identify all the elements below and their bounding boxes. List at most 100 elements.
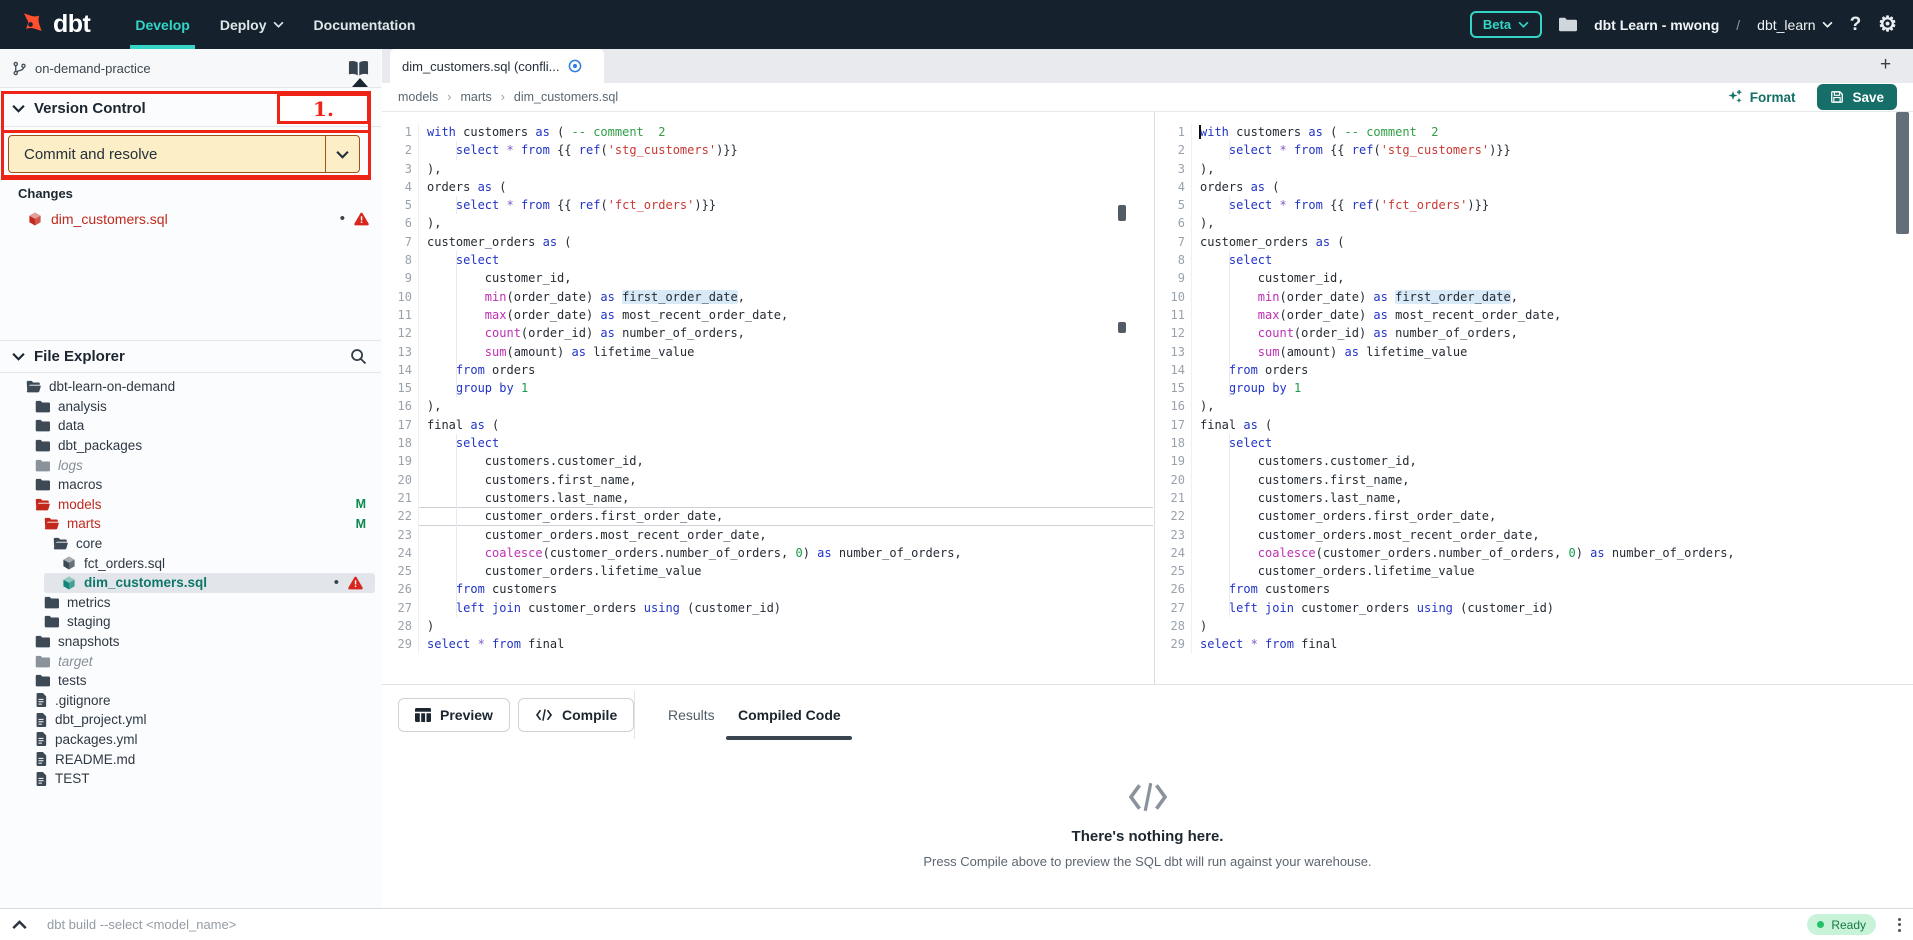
code-line[interactable]: 7customer_orders as (: [382, 233, 1153, 251]
code-line[interactable]: 26 from customers: [1155, 580, 1913, 598]
tree-item-dim-customers-sql[interactable]: dim_customers.sql•: [44, 573, 375, 593]
tree-item-dbt-packages[interactable]: dbt_packages: [0, 436, 381, 456]
code-line[interactable]: 24 coalesce(customer_orders.number_of_or…: [382, 544, 1153, 562]
tree-item-models[interactable]: modelsM: [0, 495, 381, 515]
code-line[interactable]: 23 customer_orders.most_recent_order_dat…: [382, 526, 1153, 544]
code-line[interactable]: 7customer_orders as (: [1155, 233, 1913, 251]
code-line[interactable]: 27 left join customer_orders using (cust…: [382, 599, 1153, 617]
tree-item--gitignore[interactable]: .gitignore: [0, 691, 381, 711]
tree-item-snapshots[interactable]: snapshots: [0, 632, 381, 652]
code-line[interactable]: 18 select: [1155, 434, 1913, 452]
code-line[interactable]: 28): [382, 617, 1153, 635]
code-line[interactable]: 21 customers.last_name,: [382, 489, 1153, 507]
editor-pane-right[interactable]: 1with customers as ( -- comment 22 selec…: [1154, 112, 1913, 684]
code-line[interactable]: 13 sum(amount) as lifetime_value: [382, 343, 1153, 361]
code-line[interactable]: 16),: [1155, 397, 1913, 415]
code-line[interactable]: 1with customers as ( -- comment 2: [1155, 123, 1913, 141]
code-line[interactable]: 21 customers.last_name,: [1155, 489, 1913, 507]
kebab-menu-icon[interactable]: [1898, 918, 1901, 932]
search-icon[interactable]: [350, 348, 367, 365]
commit-and-resolve-button[interactable]: Commit and resolve: [8, 135, 360, 173]
code-line[interactable]: 6),: [382, 214, 1153, 232]
breadcrumb-models[interactable]: models: [398, 90, 438, 104]
tree-item-macros[interactable]: macros: [0, 475, 381, 495]
commit-dropdown-caret[interactable]: [325, 136, 359, 172]
tree-item-test[interactable]: TEST: [0, 769, 381, 789]
code-line[interactable]: 5 select * from {{ ref('fct_orders')}}: [1155, 196, 1913, 214]
code-line[interactable]: 6),: [1155, 214, 1913, 232]
code-line[interactable]: 20 customers.first_name,: [1155, 471, 1913, 489]
new-tab-button[interactable]: +: [1880, 54, 1891, 76]
breadcrumb-file[interactable]: dim_customers.sql: [514, 90, 618, 104]
tree-item-logs[interactable]: logs: [0, 455, 381, 475]
code-line[interactable]: 4orders as (: [382, 178, 1153, 196]
tree-item-target[interactable]: target: [0, 651, 381, 671]
code-line[interactable]: 25 customer_orders.lifetime_value: [382, 562, 1153, 580]
code-line[interactable]: 20 customers.first_name,: [382, 471, 1153, 489]
command-input[interactable]: [45, 916, 949, 933]
code-line[interactable]: 1with customers as ( -- comment 2: [382, 123, 1153, 141]
compile-button[interactable]: Compile: [518, 698, 634, 732]
code-line[interactable]: 3),: [1155, 160, 1913, 178]
tree-item-readme-md[interactable]: README.md: [0, 749, 381, 769]
code-line[interactable]: 29select * from final: [1155, 635, 1913, 653]
tree-item-packages-yml[interactable]: packages.yml: [0, 730, 381, 750]
tree-item-core[interactable]: core: [0, 534, 381, 554]
code-line[interactable]: 17final as (: [382, 416, 1153, 434]
code-line[interactable]: 12 count(order_id) as number_of_orders,: [1155, 324, 1913, 342]
code-line[interactable]: 27 left join customer_orders using (cust…: [1155, 599, 1913, 617]
code-line[interactable]: 29select * from final: [382, 635, 1153, 653]
code-line[interactable]: 4orders as (: [1155, 178, 1913, 196]
code-line[interactable]: 12 count(order_id) as number_of_orders,: [382, 324, 1153, 342]
breadcrumb-marts[interactable]: marts: [460, 90, 491, 104]
project-selector[interactable]: dbt_learn: [1757, 17, 1832, 33]
format-button[interactable]: Format: [1727, 89, 1796, 105]
tree-item-metrics[interactable]: metrics: [0, 593, 381, 613]
code-line[interactable]: 15 group by 1: [1155, 379, 1913, 397]
code-line[interactable]: 25 customer_orders.lifetime_value: [1155, 562, 1913, 580]
code-line[interactable]: 8 select: [382, 251, 1153, 269]
code-line[interactable]: 14 from orders: [1155, 361, 1913, 379]
code-line[interactable]: 9 customer_id,: [382, 269, 1153, 287]
gear-icon[interactable]: ⚙: [1878, 12, 1897, 37]
save-button[interactable]: Save: [1817, 84, 1897, 110]
tab-compiled-code[interactable]: Compiled Code: [738, 707, 841, 723]
tree-item-data[interactable]: data: [0, 416, 381, 436]
code-line[interactable]: 8 select: [1155, 251, 1913, 269]
code-line[interactable]: 11 max(order_date) as most_recent_order_…: [382, 306, 1153, 324]
code-line[interactable]: 9 customer_id,: [1155, 269, 1913, 287]
code-line[interactable]: 5 select * from {{ ref('fct_orders')}}: [382, 196, 1153, 214]
code-line[interactable]: 19 customers.customer_id,: [382, 452, 1153, 470]
help-icon[interactable]: ?: [1850, 14, 1862, 36]
tree-item-tests[interactable]: tests: [0, 671, 381, 691]
code-line[interactable]: 22 customer_orders.first_order_date,: [382, 507, 1153, 525]
nav-develop[interactable]: Develop: [120, 0, 204, 49]
tree-item-fct-orders-sql[interactable]: fct_orders.sql: [0, 553, 381, 573]
code-line[interactable]: 18 select: [382, 434, 1153, 452]
code-line[interactable]: 2 select * from {{ ref('stg_customers')}…: [382, 141, 1153, 159]
file-explorer-header[interactable]: File Explorer: [0, 340, 381, 373]
editor-scrollbar-thumb[interactable]: [1896, 112, 1909, 234]
tree-item-dbt-project-yml[interactable]: dbt_project.yml: [0, 710, 381, 730]
preview-button[interactable]: Preview: [398, 698, 510, 732]
tab-dim-customers[interactable]: dim_customers.sql (confli...: [390, 49, 604, 83]
code-line[interactable]: 23 customer_orders.most_recent_order_dat…: [1155, 526, 1913, 544]
tree-item-staging[interactable]: staging: [0, 612, 381, 632]
editor-pane-left[interactable]: 1with customers as ( -- comment 22 selec…: [382, 112, 1153, 684]
code-line[interactable]: 2 select * from {{ ref('stg_customers')}…: [1155, 141, 1913, 159]
changed-file-row[interactable]: dim_customers.sql•: [0, 204, 381, 233]
book-icon[interactable]: [348, 60, 369, 77]
code-line[interactable]: 3),: [382, 160, 1153, 178]
code-line[interactable]: 19 customers.customer_id,: [1155, 452, 1913, 470]
tree-item-dbt-learn-on-demand[interactable]: dbt-learn-on-demand: [0, 377, 381, 397]
tab-results[interactable]: Results: [668, 707, 715, 723]
code-line[interactable]: 14 from orders: [382, 361, 1153, 379]
branch-row[interactable]: on-demand-practice: [0, 49, 381, 88]
code-line[interactable]: 28): [1155, 617, 1913, 635]
beta-toggle[interactable]: Beta: [1470, 11, 1542, 38]
code-line[interactable]: 13 sum(amount) as lifetime_value: [1155, 343, 1913, 361]
code-line[interactable]: 11 max(order_date) as most_recent_order_…: [1155, 306, 1913, 324]
chevron-up-icon[interactable]: [12, 920, 27, 930]
nav-documentation[interactable]: Documentation: [299, 0, 431, 49]
code-line[interactable]: 10 min(order_date) as first_order_date,: [1155, 288, 1913, 306]
